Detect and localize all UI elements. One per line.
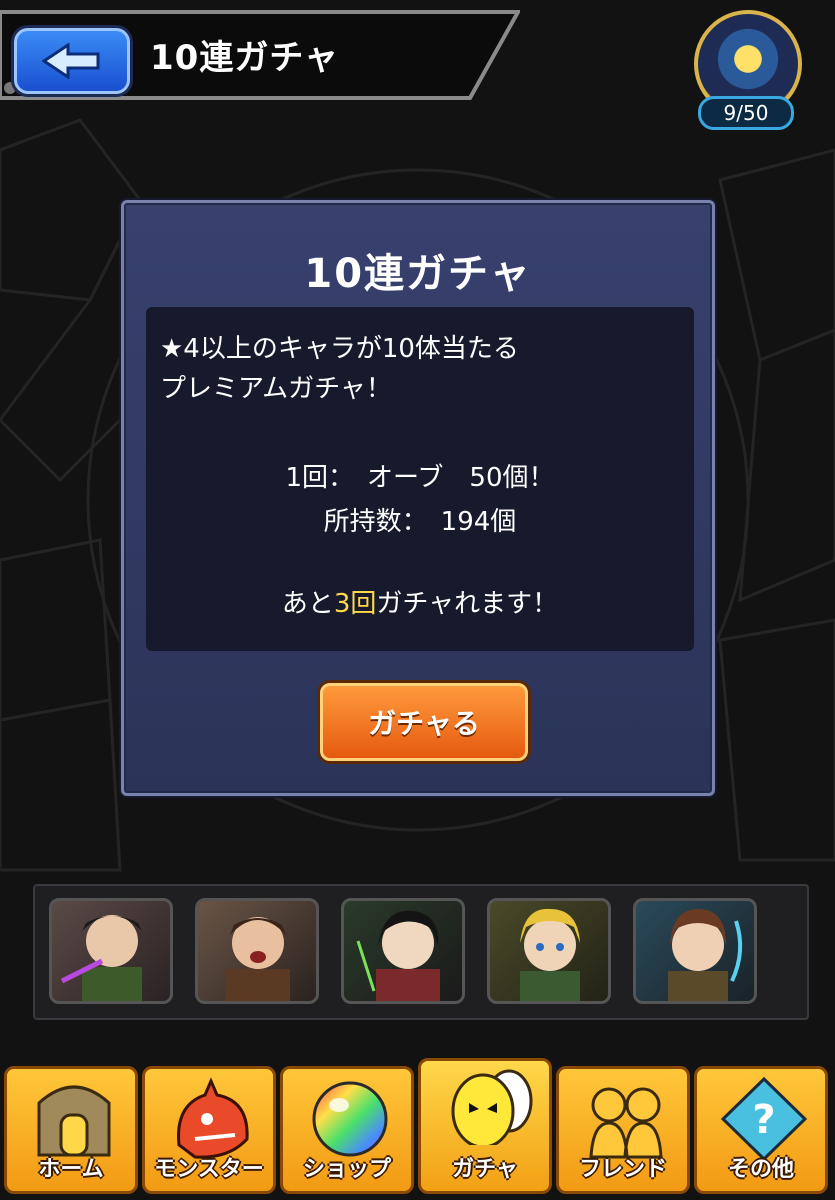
back-button[interactable] [14,28,130,94]
nav-gacha[interactable]: ガチャ [418,1058,552,1194]
character-2-icon[interactable] [195,898,319,1004]
nav-monster[interactable]: モンスター [142,1066,276,1194]
panel-description-box: ★4以上のキャラが10体当たる プレミアムガチャ！ 1回： オーブ 50個！ 所… [146,307,694,651]
remaining-text: あと3回ガチャれます！ [146,583,694,620]
character-strip [33,884,809,1020]
remaining-prefix: あと [281,589,334,619]
nav-shop[interactable]: ショップ [280,1066,414,1194]
character-3-icon[interactable] [341,898,465,1004]
other-icon: ? [720,1076,808,1159]
remaining-suffix: ガチャれます！ [376,589,559,619]
nav-monster-label: モンスター [154,1157,264,1182]
remaining-count: 3回 [333,589,377,619]
gacha-panel: 10連ガチャ ★4以上のキャラが10体当たる プレミアムガチャ！ 1回： オーブ… [121,200,715,796]
character-5-icon[interactable] [633,898,757,1004]
nav-shop-label: ショップ [302,1157,391,1182]
friend-icon [589,1087,663,1159]
header: 10連ガチャ [0,0,520,100]
description-line-2: プレミアムガチャ！ [160,374,392,404]
nav-gacha-label: ガチャ [452,1157,518,1182]
character-1-icon[interactable] [49,898,173,1004]
bottom-navigation: ホーム モンスター ショップ ガチャ フレンド ? その他 [0,1058,835,1200]
nav-other-label: その他 [727,1157,794,1182]
nav-home-label: ホーム [38,1157,104,1182]
description-line-1: ★4以上のキャラが10体当たる [160,334,519,364]
description: ★4以上のキャラが10体当たる プレミアムガチャ！ [160,329,519,409]
nav-home[interactable]: ホーム [4,1066,138,1194]
character-4-icon[interactable] [487,898,611,1004]
svg-text:?: ? [752,1097,775,1143]
stamina-count: 9/50 [698,96,794,130]
nav-friend-label: フレンド [578,1157,667,1182]
gacha-egg-icon [451,1069,533,1145]
gacha-button[interactable]: ガチャる [320,683,528,761]
page-title: 10連ガチャ [150,38,339,78]
back-arrow-icon [42,43,100,79]
nav-friend[interactable]: フレンド [556,1066,690,1194]
home-icon [37,1085,111,1157]
monster-icon [177,1077,249,1159]
shop-icon [312,1081,388,1157]
panel-title: 10連ガチャ [304,251,532,297]
owned-orbs-text: 所持数： 194個 [323,507,517,537]
cost-text: 1回： オーブ 50個！ [285,463,555,493]
nav-other[interactable]: ? その他 [694,1066,828,1194]
stamina-indicator[interactable]: 9/50 [690,10,802,130]
